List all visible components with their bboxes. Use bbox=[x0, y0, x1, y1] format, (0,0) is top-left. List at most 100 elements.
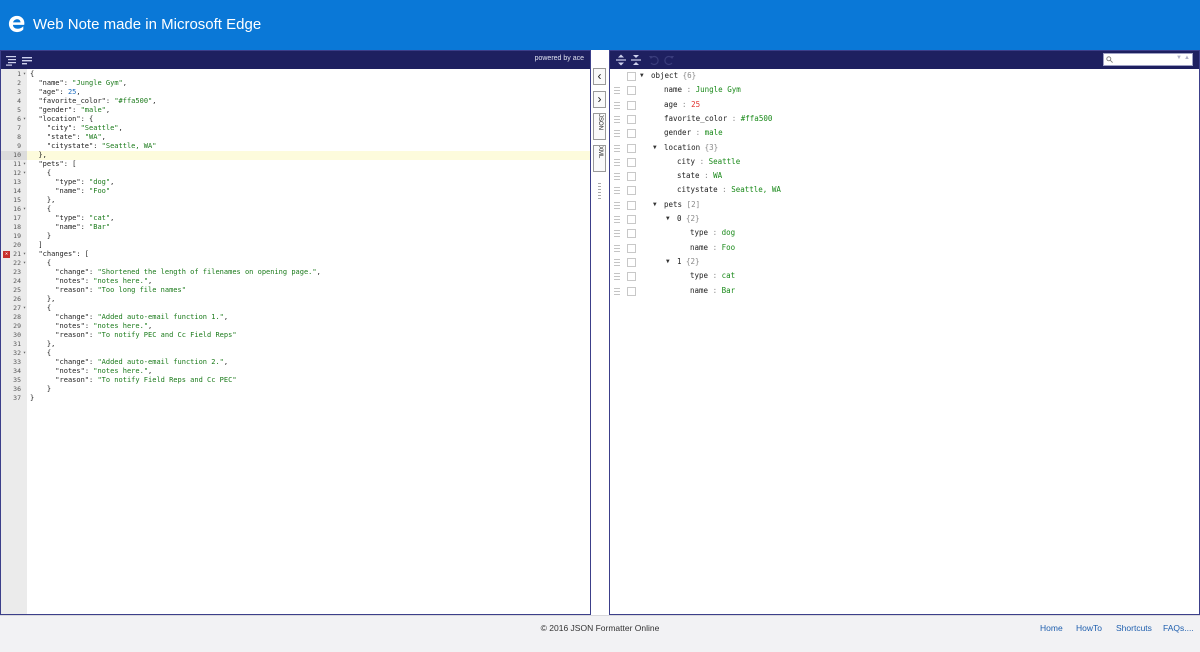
gutter-line[interactable]: 26 bbox=[1, 295, 27, 304]
gutter-line[interactable]: 12 ▾ bbox=[1, 169, 27, 178]
tree-field-name[interactable]: type bbox=[690, 228, 708, 237]
gutter-line[interactable]: 22 ▾ bbox=[1, 259, 27, 268]
expand-toggle-icon[interactable]: ▼ bbox=[653, 141, 657, 155]
tree-field-value[interactable]: Jungle Gym bbox=[696, 85, 741, 94]
tree-node[interactable]: age : 25 bbox=[610, 98, 1199, 112]
drag-handle-icon[interactable] bbox=[614, 230, 620, 238]
gutter-line[interactable]: 28 bbox=[1, 313, 27, 322]
code-line[interactable]: "notes": "notes here.", bbox=[27, 277, 590, 286]
gutter-line[interactable]: 36 bbox=[1, 385, 27, 394]
search-input[interactable] bbox=[1114, 54, 1174, 65]
expand-all-icon[interactable] bbox=[615, 54, 627, 66]
code-line[interactable]: "notes": "notes here.", bbox=[27, 322, 590, 331]
drag-handle-icon[interactable] bbox=[614, 287, 620, 295]
code-line[interactable]: "citystate": "Seattle, WA" bbox=[27, 142, 590, 151]
code-line[interactable]: { bbox=[27, 205, 590, 214]
drag-handle-icon[interactable] bbox=[614, 216, 620, 223]
gutter-line[interactable]: 23 bbox=[1, 268, 27, 277]
code-line[interactable]: "notes": "notes here.", bbox=[27, 367, 590, 376]
tree-field-value[interactable]: Seattle bbox=[709, 157, 741, 166]
gutter-line[interactable]: 35 bbox=[1, 376, 27, 385]
context-menu-icon[interactable] bbox=[627, 157, 636, 167]
gutter-line[interactable]: 30 bbox=[1, 331, 27, 340]
tree-node[interactable]: name : Jungle Gym bbox=[610, 83, 1199, 97]
fold-toggle-icon[interactable]: ▾ bbox=[23, 259, 26, 268]
code-line[interactable]: }, bbox=[27, 340, 590, 349]
tree-node[interactable]: ▼ pets [2] bbox=[610, 198, 1199, 212]
tree-node[interactable]: ▼ object {6} bbox=[610, 69, 1199, 83]
gutter-line[interactable]: 20 bbox=[1, 241, 27, 250]
context-menu-icon[interactable] bbox=[627, 100, 636, 110]
gutter-line[interactable]: 33 bbox=[1, 358, 27, 367]
context-menu-icon[interactable] bbox=[627, 229, 636, 239]
expand-toggle-icon[interactable]: ▼ bbox=[640, 69, 644, 83]
gutter-line[interactable]: 2 bbox=[1, 79, 27, 88]
gutter-line[interactable]: 13 bbox=[1, 178, 27, 187]
gutter-line[interactable]: 25 bbox=[1, 286, 27, 295]
code-line[interactable]: "change": "Added auto-email function 1."… bbox=[27, 313, 590, 322]
tree-field-name[interactable]: name bbox=[690, 286, 708, 295]
tree-field-value[interactable]: Foo bbox=[722, 243, 736, 252]
context-menu-icon[interactable] bbox=[627, 114, 636, 124]
code-line[interactable]: { bbox=[27, 259, 590, 268]
tree-field-name[interactable]: 1 bbox=[677, 257, 682, 266]
fold-toggle-icon[interactable]: ▾ bbox=[23, 70, 26, 79]
copy-to-left-button[interactable]: ‹ bbox=[593, 68, 606, 85]
code-line[interactable]: "name": "Bar" bbox=[27, 223, 590, 232]
tree-field-name[interactable]: type bbox=[690, 271, 708, 280]
drag-handle-icon[interactable] bbox=[614, 130, 620, 138]
drag-handle-icon[interactable] bbox=[614, 187, 620, 195]
footer-link-howto[interactable]: HowTo bbox=[1076, 623, 1102, 633]
gutter-line[interactable]: 37 bbox=[1, 394, 27, 403]
tree-node[interactable]: city : Seattle bbox=[610, 155, 1199, 169]
gutter-line[interactable]: ✕ 21 ▾ bbox=[1, 250, 27, 259]
tree-field-name[interactable]: location bbox=[664, 143, 700, 152]
undo-icon[interactable] bbox=[648, 54, 660, 66]
fold-toggle-icon[interactable]: ▾ bbox=[23, 169, 26, 178]
search-next-icon[interactable]: ▼ bbox=[1176, 55, 1182, 61]
gutter-line[interactable]: 24 bbox=[1, 277, 27, 286]
gutter-line[interactable]: 14 bbox=[1, 187, 27, 196]
fold-toggle-icon[interactable]: ▾ bbox=[23, 115, 26, 124]
fold-toggle-icon[interactable]: ▾ bbox=[23, 349, 26, 358]
code-line[interactable]: }, bbox=[27, 196, 590, 205]
footer-link-shortcuts[interactable]: Shortcuts bbox=[1116, 623, 1152, 633]
gutter-line[interactable]: 31 bbox=[1, 340, 27, 349]
code-line[interactable]: "type": "cat", bbox=[27, 214, 590, 223]
compact-icon[interactable] bbox=[21, 54, 33, 66]
tree-field-name[interactable]: object bbox=[651, 71, 678, 80]
tree-field-value[interactable]: male bbox=[705, 128, 723, 137]
code-line[interactable]: "favorite_color": "#ffa500", bbox=[27, 97, 590, 106]
code-line[interactable]: "reason": "Too long file names" bbox=[27, 286, 590, 295]
code-line[interactable]: "age": 25, bbox=[27, 88, 590, 97]
gutter-line[interactable]: 11 ▾ bbox=[1, 160, 27, 169]
tree-node[interactable]: type : dog bbox=[610, 226, 1199, 240]
code-line[interactable]: { bbox=[27, 304, 590, 313]
drag-handle-icon[interactable] bbox=[614, 258, 620, 266]
context-menu-icon[interactable] bbox=[627, 129, 636, 139]
expand-toggle-icon[interactable]: ▼ bbox=[653, 198, 657, 212]
gutter-line[interactable]: 10 bbox=[1, 151, 27, 160]
tree-node[interactable]: ▼ location {3} bbox=[610, 141, 1199, 155]
tree-field-value[interactable]: cat bbox=[722, 271, 736, 280]
code-line[interactable]: "changes": [ bbox=[27, 250, 590, 259]
tree-node[interactable]: name : Foo bbox=[610, 241, 1199, 255]
drag-handle-icon[interactable] bbox=[614, 201, 620, 209]
fold-toggle-icon[interactable]: ▾ bbox=[23, 250, 26, 259]
tree-field-name[interactable]: name bbox=[690, 243, 708, 252]
code-line[interactable]: { bbox=[27, 70, 590, 79]
gutter-line[interactable]: 5 bbox=[1, 106, 27, 115]
tree-node[interactable]: favorite_color : #ffa500 bbox=[610, 112, 1199, 126]
context-menu-icon[interactable] bbox=[627, 257, 636, 267]
gutter-line[interactable]: 16 ▾ bbox=[1, 205, 27, 214]
code-line[interactable]: } bbox=[27, 394, 590, 403]
drag-handle-icon[interactable] bbox=[614, 273, 620, 281]
tree-node[interactable]: ▼ 1 {2} bbox=[610, 255, 1199, 269]
gutter-line[interactable]: 7 bbox=[1, 124, 27, 133]
code-line[interactable]: "type": "dog", bbox=[27, 178, 590, 187]
code-line[interactable]: } bbox=[27, 232, 590, 241]
drag-handle-icon[interactable] bbox=[614, 144, 620, 152]
context-menu-icon[interactable] bbox=[627, 243, 636, 253]
gutter-line[interactable]: 29 bbox=[1, 322, 27, 331]
code-line[interactable]: }, bbox=[27, 295, 590, 304]
